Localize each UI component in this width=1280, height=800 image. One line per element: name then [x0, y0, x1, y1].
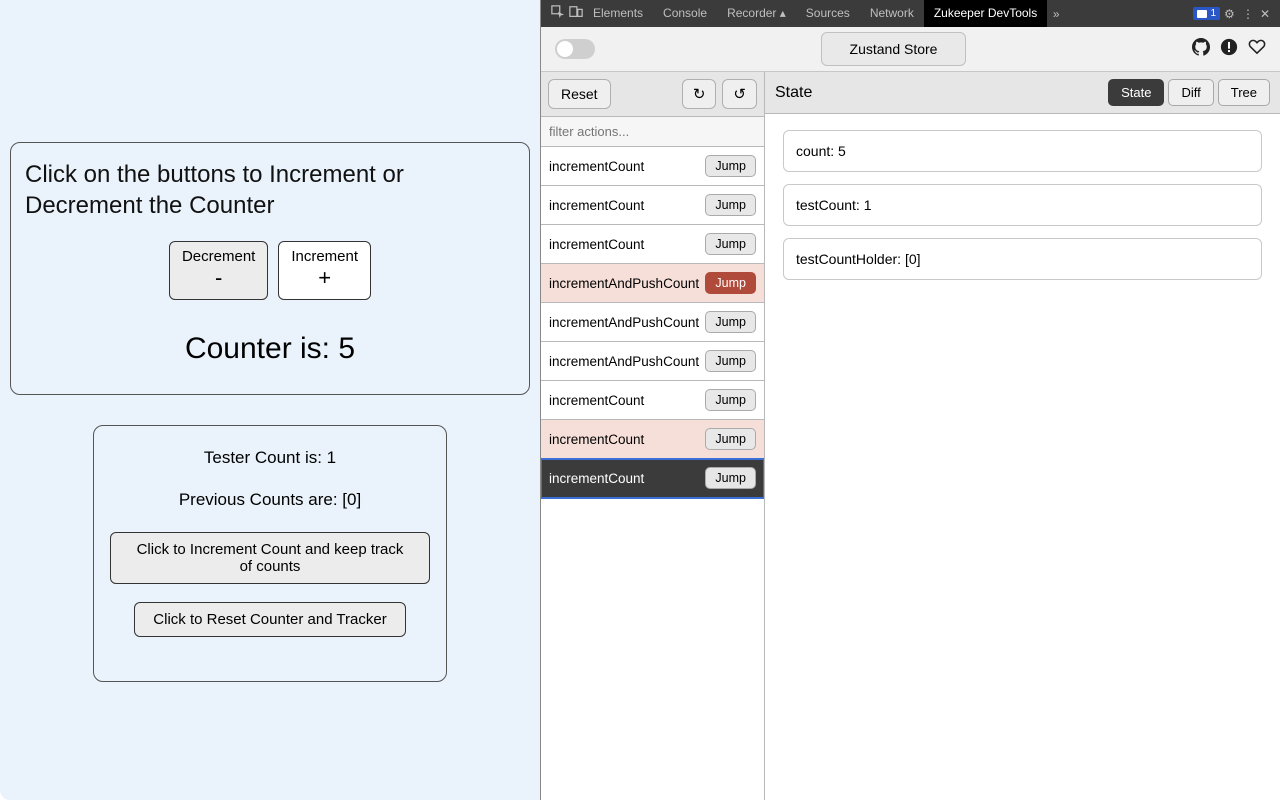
- step-forward-button[interactable]: ↺: [722, 79, 757, 109]
- more-tabs-icon[interactable]: »: [1047, 7, 1065, 21]
- action-name: incrementCount: [549, 198, 644, 213]
- counter-card-title: Click on the buttons to Increment or Dec…: [25, 159, 515, 221]
- device-icon[interactable]: [565, 5, 583, 22]
- state-header: State State Diff Tree: [765, 72, 1280, 114]
- filter-actions-input[interactable]: [541, 117, 764, 147]
- view-tree-button[interactable]: Tree: [1218, 79, 1270, 106]
- issues-badge[interactable]: 1: [1193, 7, 1220, 20]
- jump-button[interactable]: Jump: [705, 350, 756, 372]
- jump-button[interactable]: Jump: [705, 155, 756, 177]
- action-row[interactable]: incrementCount Jump: [541, 225, 764, 264]
- action-row[interactable]: incrementCount Jump: [541, 186, 764, 225]
- action-row[interactable]: incrementAndPushCount Jump: [541, 342, 764, 381]
- app-pane: Click on the buttons to Increment or Dec…: [0, 0, 540, 800]
- action-name: incrementAndPushCount: [549, 354, 699, 369]
- view-state-button[interactable]: State: [1108, 79, 1164, 106]
- state-item: count: 5: [783, 130, 1262, 172]
- action-name: incrementAndPushCount: [549, 315, 699, 330]
- tester-card: Tester Count is: 1 Previous Counts are: …: [93, 425, 447, 682]
- tester-count: Tester Count is: 1: [110, 448, 430, 468]
- tab-sources[interactable]: Sources: [796, 0, 860, 27]
- action-name: incrementCount: [549, 432, 644, 447]
- increment-and-track-button[interactable]: Click to Increment Count and keep track …: [110, 532, 430, 584]
- increment-label: Increment: [291, 248, 358, 265]
- action-name: incrementAndPushCount: [549, 276, 699, 291]
- devtools-body: Reset ↻ ↺ incrementCountJumpincrementCou…: [541, 72, 1280, 800]
- tab-elements[interactable]: Elements: [583, 0, 653, 27]
- state-column: State State Diff Tree count: 5 testCount:…: [765, 72, 1280, 800]
- step-back-button[interactable]: ↻: [682, 79, 717, 109]
- action-row[interactable]: incrementCount Jump: [541, 420, 764, 459]
- jump-button[interactable]: Jump: [705, 428, 756, 450]
- increment-button[interactable]: Increment +: [278, 241, 371, 300]
- reset-track-button[interactable]: Click to Reset Counter and Tracker: [134, 602, 405, 637]
- devtools-tabbar: Elements Console Recorder ▴ Sources Netw…: [541, 0, 1280, 27]
- jump-button[interactable]: Jump: [705, 272, 756, 294]
- state-item: testCountHolder: [0]: [783, 238, 1262, 280]
- previous-counts: Previous Counts are: [0]: [110, 490, 430, 510]
- close-icon[interactable]: ✕: [1256, 7, 1274, 21]
- tab-recorder[interactable]: Recorder ▴: [717, 0, 796, 27]
- jump-button[interactable]: Jump: [705, 389, 756, 411]
- action-row[interactable]: incrementCount Jump: [541, 459, 764, 498]
- jump-button[interactable]: Jump: [705, 233, 756, 255]
- counter-button-row: Decrement - Increment +: [25, 241, 515, 300]
- actions-column: Reset ↻ ↺ incrementCountJumpincrementCou…: [541, 72, 765, 800]
- gear-icon[interactable]: ⚙: [1220, 7, 1238, 21]
- heart-icon[interactable]: [1248, 38, 1266, 61]
- counter-card: Click on the buttons to Increment or Dec…: [10, 142, 530, 395]
- header-icons: [1192, 38, 1266, 61]
- plus-icon: +: [291, 267, 358, 289]
- jump-button[interactable]: Jump: [705, 467, 756, 489]
- extension-header: Zustand Store: [541, 27, 1280, 72]
- action-name: incrementCount: [549, 237, 644, 252]
- tab-console[interactable]: Console: [653, 0, 717, 27]
- github-icon[interactable]: [1192, 38, 1210, 61]
- action-row[interactable]: incrementCount Jump: [541, 381, 764, 420]
- kebab-icon[interactable]: ⋮: [1238, 7, 1256, 21]
- action-name: incrementCount: [549, 159, 644, 174]
- action-row[interactable]: incrementAndPushCount Jump: [541, 303, 764, 342]
- view-toggle: State Diff Tree: [1108, 79, 1270, 106]
- store-selector[interactable]: Zustand Store: [821, 32, 967, 66]
- decrement-label: Decrement: [182, 248, 255, 265]
- alert-icon[interactable]: [1220, 38, 1238, 61]
- inspect-icon[interactable]: [547, 5, 565, 22]
- jump-button[interactable]: Jump: [705, 194, 756, 216]
- tab-zukeeper[interactable]: Zukeeper DevTools: [924, 0, 1047, 27]
- decrement-button[interactable]: Decrement -: [169, 241, 268, 300]
- devtools-panel: Elements Console Recorder ▴ Sources Netw…: [540, 0, 1280, 800]
- counter-value: Counter is: 5: [25, 332, 515, 366]
- tab-network[interactable]: Network: [860, 0, 924, 27]
- action-name: incrementCount: [549, 471, 644, 486]
- actions-toolbar: Reset ↻ ↺: [541, 72, 764, 117]
- action-row[interactable]: incrementAndPushCount Jump: [541, 264, 764, 303]
- state-title: State: [775, 84, 812, 102]
- reset-button[interactable]: Reset: [548, 79, 611, 109]
- jump-button[interactable]: Jump: [705, 311, 756, 333]
- theme-toggle[interactable]: [555, 39, 595, 59]
- action-list: incrementCountJumpincrementCountJumpincr…: [541, 147, 764, 800]
- state-body: count: 5 testCount: 1 testCountHolder: [0]: [765, 114, 1280, 296]
- state-item: testCount: 1: [783, 184, 1262, 226]
- action-row[interactable]: incrementCount Jump: [541, 147, 764, 186]
- action-name: incrementCount: [549, 393, 644, 408]
- view-diff-button[interactable]: Diff: [1168, 79, 1213, 106]
- minus-icon: -: [182, 267, 255, 289]
